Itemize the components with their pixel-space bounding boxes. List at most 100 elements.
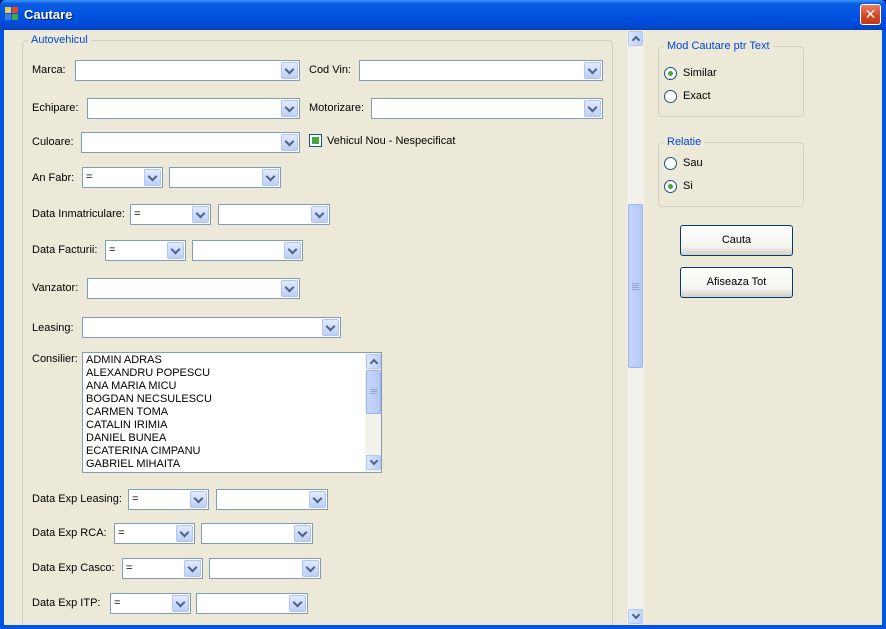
chevron-down-icon[interactable] xyxy=(309,491,326,508)
chevron-down-icon[interactable] xyxy=(262,169,279,186)
marca-combo[interactable] xyxy=(75,60,300,81)
chevron-down-icon[interactable] xyxy=(144,169,161,186)
mod-cautare-group: Mod Cautare ptr Text xyxy=(658,40,804,117)
scroll-down-icon[interactable] xyxy=(366,455,381,470)
data-exp-rca-operator[interactable]: = xyxy=(114,523,195,544)
close-button[interactable]: ✕ xyxy=(860,4,881,25)
an-fabr-value-combo[interactable] xyxy=(169,167,281,188)
search-window: Cautare ✕ Autovehicul Marca: Cod Vin: Ec… xyxy=(0,0,886,629)
chevron-down-icon[interactable] xyxy=(192,206,209,223)
data-inmatriculare-operator[interactable]: = xyxy=(130,204,211,225)
close-icon: ✕ xyxy=(864,6,877,22)
leasing-label: Leasing: xyxy=(32,322,74,334)
list-item[interactable]: CARMEN TOMA xyxy=(86,406,168,418)
chevron-down-icon[interactable] xyxy=(302,560,319,577)
client-area: Autovehicul Marca: Cod Vin: Echipare: Mo… xyxy=(4,30,882,625)
data-exp-rca-label: Data Exp RCA: xyxy=(32,527,107,539)
vanzator-combo[interactable] xyxy=(87,278,300,299)
list-item[interactable]: DANIEL BUNEA xyxy=(86,432,166,444)
list-item[interactable]: BOGDAN NECSULESCU xyxy=(86,393,212,405)
data-exp-casco-date[interactable] xyxy=(209,558,321,579)
data-exp-itp-date[interactable] xyxy=(196,593,308,614)
data-exp-leasing-operator-value: = xyxy=(132,493,139,505)
an-fabr-operator[interactable]: = xyxy=(82,167,163,188)
data-exp-casco-operator[interactable]: = xyxy=(122,558,203,579)
similar-label[interactable]: Similar xyxy=(683,67,717,79)
scroll-up-icon[interactable] xyxy=(628,31,643,46)
sau-label[interactable]: Sau xyxy=(683,157,703,169)
cauta-button[interactable]: Cauta xyxy=(680,225,793,256)
scroll-down-icon[interactable] xyxy=(628,609,643,624)
chevron-down-icon[interactable] xyxy=(172,595,189,612)
chevron-down-icon[interactable] xyxy=(311,206,328,223)
chevron-down-icon[interactable] xyxy=(289,595,306,612)
consilier-listbox[interactable]: ADMIN ADRAS ALEXANDRU POPESCU ANA MARIA … xyxy=(82,352,382,473)
filters-panel: Autovehicul Marca: Cod Vin: Echipare: Mo… xyxy=(4,30,644,625)
chevron-down-icon[interactable] xyxy=(584,62,601,79)
title-bar[interactable]: Cautare ✕ xyxy=(0,0,886,30)
exact-label[interactable]: Exact xyxy=(683,90,711,102)
data-inmatriculare-date[interactable] xyxy=(218,204,330,225)
relatie-group: Relatie xyxy=(658,136,804,207)
data-facturii-label: Data Facturii: xyxy=(32,244,98,256)
motorizare-combo[interactable] xyxy=(371,98,603,119)
si-label[interactable]: Si xyxy=(683,180,693,192)
culoare-label: Culoare: xyxy=(32,136,74,148)
chevron-down-icon[interactable] xyxy=(294,525,311,542)
echipare-combo[interactable] xyxy=(87,98,300,119)
motorizare-label: Motorizare: xyxy=(309,102,365,114)
data-exp-rca-date[interactable] xyxy=(201,523,313,544)
echipare-label: Echipare: xyxy=(32,102,79,114)
vehicul-nou-label[interactable]: Vehicul Nou - Nespecificat xyxy=(327,135,455,147)
data-exp-leasing-label: Data Exp Leasing: xyxy=(32,493,122,505)
scroll-thumb[interactable] xyxy=(628,204,643,368)
autovehicul-legend: Autovehicul xyxy=(28,34,91,46)
list-item[interactable]: GABRIEL MIHAITA xyxy=(86,458,180,470)
list-item[interactable]: ADMIN ADRAS xyxy=(86,354,162,366)
scroll-up-icon[interactable] xyxy=(366,354,381,369)
data-inmatriculare-label: Data Inmatriculare: xyxy=(32,208,125,220)
panel-scrollbar[interactable] xyxy=(627,30,644,625)
data-facturii-operator[interactable]: = xyxy=(105,240,186,261)
data-exp-leasing-operator[interactable]: = xyxy=(128,489,209,510)
mod-cautare-legend: Mod Cautare ptr Text xyxy=(664,40,773,52)
chevron-down-icon[interactable] xyxy=(184,560,201,577)
chevron-down-icon[interactable] xyxy=(322,319,339,336)
chevron-down-icon[interactable] xyxy=(284,242,301,259)
chevron-down-icon[interactable] xyxy=(281,62,298,79)
chevron-down-icon[interactable] xyxy=(176,525,193,542)
list-item[interactable]: ECATERINA CIMPANU xyxy=(86,445,201,457)
data-exp-itp-operator[interactable]: = xyxy=(110,593,191,614)
data-exp-leasing-date[interactable] xyxy=(216,489,328,510)
chevron-down-icon[interactable] xyxy=(167,242,184,259)
leasing-combo[interactable] xyxy=(82,317,341,338)
scroll-thumb[interactable] xyxy=(366,370,381,414)
list-item[interactable]: CATALIN IRIMIA xyxy=(86,419,168,431)
data-exp-rca-operator-value: = xyxy=(118,527,125,539)
marca-label: Marca: xyxy=(32,64,66,76)
list-item[interactable]: ANA MARIA MICU xyxy=(86,380,176,392)
sau-radio[interactable] xyxy=(664,157,677,170)
chevron-down-icon[interactable] xyxy=(281,134,298,151)
chevron-down-icon[interactable] xyxy=(584,100,601,117)
vanzator-label: Vanzator: xyxy=(32,282,79,294)
data-exp-itp-label: Data Exp ITP: xyxy=(32,597,101,609)
data-facturii-date[interactable] xyxy=(192,240,303,261)
si-radio[interactable] xyxy=(664,180,677,193)
chevron-down-icon[interactable] xyxy=(281,280,298,297)
data-facturii-operator-value: = xyxy=(109,244,116,256)
exact-radio[interactable] xyxy=(664,90,677,103)
cod-vin-combo[interactable] xyxy=(359,60,603,81)
similar-radio[interactable] xyxy=(664,67,677,80)
chevron-down-icon[interactable] xyxy=(281,100,298,117)
consilier-scrollbar[interactable] xyxy=(365,353,381,472)
culoare-combo[interactable] xyxy=(81,132,300,153)
chevron-down-icon[interactable] xyxy=(190,491,207,508)
an-fabr-label: An Fabr: xyxy=(32,172,75,184)
list-item[interactable]: ALEXANDRU POPESCU xyxy=(86,367,210,379)
data-exp-casco-label: Data Exp Casco: xyxy=(32,562,115,574)
vehicul-nou-checkbox[interactable] xyxy=(309,134,322,147)
afiseaza-tot-button[interactable]: Afiseaza Tot xyxy=(680,267,793,298)
an-fabr-operator-value: = xyxy=(86,171,93,183)
consilier-label: Consilier: xyxy=(32,353,78,365)
